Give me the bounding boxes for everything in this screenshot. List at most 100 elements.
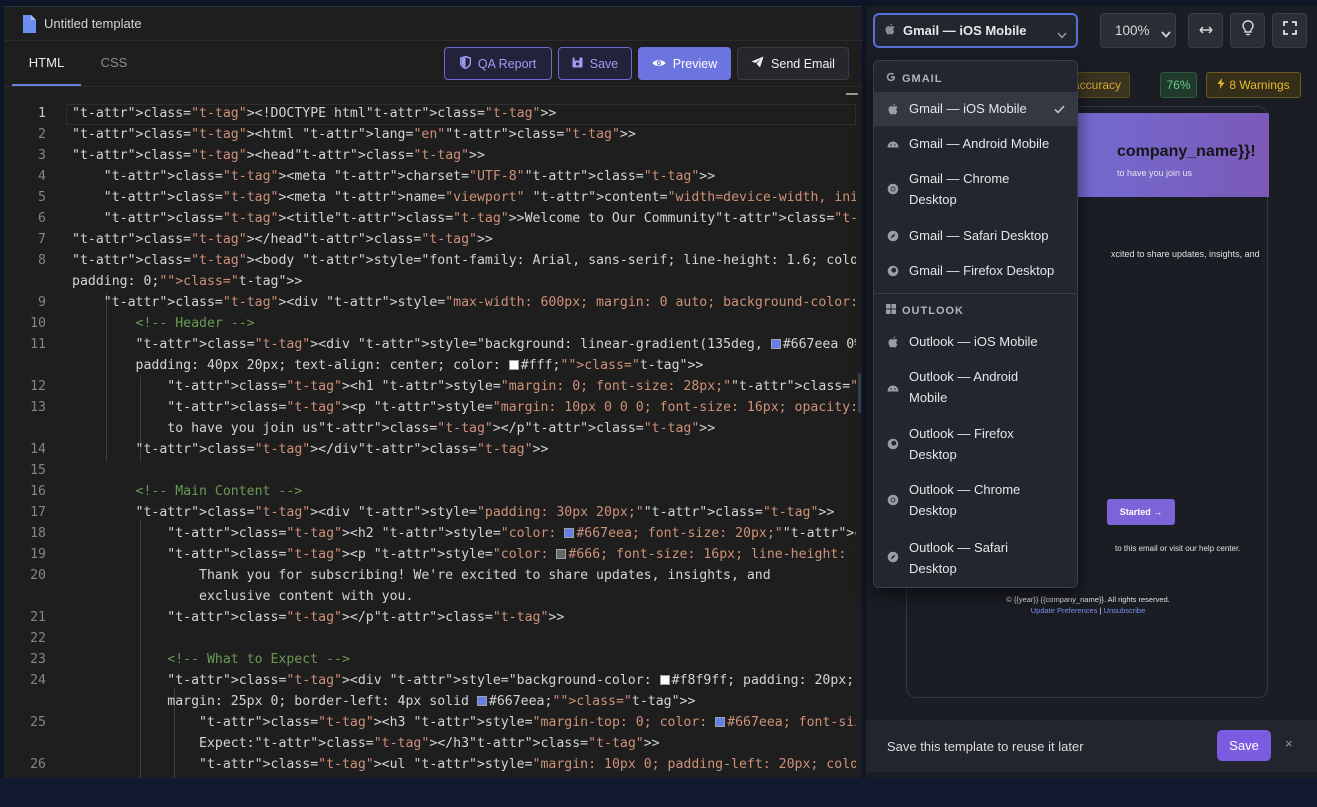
line-number: 21: [30, 610, 46, 625]
send-email-button[interactable]: Send Email: [737, 47, 849, 80]
dropdown-item-outlook-chrome[interactable]: Outlook — Chrome Desktop: [874, 472, 1077, 529]
tab-html[interactable]: HTML: [12, 41, 81, 86]
code-line[interactable]: margin: 25px 0; border-left: 4px solid #…: [72, 694, 695, 709]
save-button[interactable]: Save: [558, 47, 632, 80]
dropdown-item-gmail-safari[interactable]: Gmail — Safari Desktop: [874, 218, 1077, 253]
shield-icon: [459, 55, 472, 72]
code-line[interactable]: "t-attr">class="t-tag"></p"t-attr">class…: [72, 610, 564, 625]
line-number: 15: [30, 463, 46, 478]
dropdown-group-outlook: OUTLOOK: [886, 304, 964, 317]
email-footer-links: Update Preferences | Unsubscribe: [907, 606, 1269, 615]
code-line[interactable]: "t-attr">class="t-tag"><div "t-attr">sty…: [72, 673, 856, 688]
google-icon: [886, 72, 896, 85]
title-bar: Untitled template: [4, 7, 862, 41]
code-line[interactable]: <!-- Main Content -->: [72, 484, 303, 499]
lightning-icon: [1217, 78, 1225, 92]
code-line[interactable]: padding: 40px 20px; text-align: center; …: [72, 358, 704, 373]
firefox-icon: [886, 437, 900, 451]
line-number: 19: [30, 547, 46, 562]
apple-icon: [885, 23, 895, 38]
tab-css[interactable]: CSS: [81, 41, 147, 86]
preview-button[interactable]: Preview: [638, 47, 731, 80]
pane-splitter-handle[interactable]: [858, 373, 861, 413]
code-line[interactable]: "t-attr">class="t-tag"><p "t-attr">style…: [72, 400, 856, 415]
code-editor[interactable]: 1 "t-attr">class="t-tag"><!DOCTYPE html"t…: [4, 87, 856, 779]
qa-report-button[interactable]: QA Report: [444, 47, 552, 80]
email-client-select[interactable]: Gmail — iOS Mobile: [873, 13, 1078, 48]
code-line[interactable]: exclusive content with you.: [72, 589, 413, 604]
line-number: 2: [38, 127, 46, 142]
dropdown-item-label: Gmail — Firefox Desktop: [909, 263, 1055, 278]
code-line[interactable]: "t-attr">class="t-tag"><div "t-attr">sty…: [72, 505, 835, 520]
code-line[interactable]: "t-attr">class="t-tag"><h3 "t-attr">styl…: [72, 715, 856, 730]
save-banner-text: Save this template to reuse it later: [887, 739, 1084, 754]
code-line[interactable]: "t-attr">class="t-tag"><head"t-attr">cla…: [72, 148, 485, 163]
close-icon[interactable]: ×: [1285, 736, 1293, 751]
code-line[interactable]: "t-attr">class="t-tag"><h2 "t-attr">styl…: [72, 526, 856, 541]
dropdown-item-outlook-firefox[interactable]: Outlook — Firefox Desktop: [874, 416, 1077, 472]
line-number: 22: [30, 631, 46, 646]
editor-pane: Untitled template HTML CSS QA Report Sav…: [4, 6, 862, 779]
dropdown-item-outlook-ios[interactable]: Outlook — iOS Mobile: [874, 324, 1077, 359]
code-line[interactable]: "t-attr">class="t-tag"></head"t-attr">cl…: [72, 232, 493, 247]
paper-plane-icon: [751, 56, 764, 71]
code-line[interactable]: "t-attr">class="t-tag"><!DOCTYPE html"t-…: [72, 106, 556, 121]
chrome-icon: [886, 493, 900, 507]
code-line[interactable]: <!-- Header -->: [72, 316, 255, 331]
dropdown-item-gmail-android[interactable]: Gmail — Android Mobile: [874, 126, 1077, 161]
code-line[interactable]: padding: 0;"">class="t-tag">>: [72, 274, 302, 289]
code-line[interactable]: "t-attr">class="t-tag"><title"t-attr">cl…: [72, 211, 856, 226]
code-line[interactable]: "t-attr">class="t-tag"><div "t-attr">sty…: [72, 337, 856, 352]
dropdown-item-label: Outlook — Safari Desktop: [909, 540, 1008, 576]
dropdown-divider: [874, 293, 1077, 294]
line-number: 26: [30, 757, 46, 772]
fullscreen-button[interactable]: [1272, 13, 1307, 48]
code-line[interactable]: "t-attr">class="t-tag"><body "t-attr">st…: [72, 253, 856, 268]
fit-width-button[interactable]: [1188, 13, 1223, 48]
windows-icon: [886, 304, 896, 317]
dropdown-item-label: Gmail — Chrome Desktop: [909, 171, 1010, 207]
code-line[interactable]: "t-attr">class="t-tag"><ul "t-attr">styl…: [72, 757, 856, 772]
update-preferences-link: Update Preferences: [1030, 606, 1098, 615]
email-client-dropdown: GMAIL Gmail — iOS Mobile Gmail — Android…: [873, 60, 1078, 588]
code-line[interactable]: "t-attr">class="t-tag"><h1 "t-attr">styl…: [72, 379, 856, 394]
code-line[interactable]: "t-attr">class="t-tag"></div"t-attr">cla…: [72, 442, 549, 457]
tips-button[interactable]: [1230, 13, 1265, 48]
code-line[interactable]: "t-attr">class="t-tag"><meta "t-attr">ch…: [72, 169, 715, 184]
dropdown-item-outlook-android[interactable]: Outlook — Android Mobile: [874, 359, 1077, 416]
apple-icon: [886, 335, 900, 349]
apple-icon: [886, 102, 900, 116]
dropdown-item-outlook-safari[interactable]: Outlook — Safari Desktop: [874, 529, 1077, 586]
qa-report-label: QA Report: [477, 56, 537, 71]
code-line[interactable]: "t-attr">class="t-tag"><p "t-attr">style…: [72, 547, 856, 562]
banner-save-button[interactable]: Save: [1217, 730, 1271, 761]
app: Untitled template HTML CSS QA Report Sav…: [0, 0, 1317, 807]
warnings-badge[interactable]: 8 Warnings: [1206, 72, 1301, 98]
code-line[interactable]: "t-attr">class="t-tag"><html "t-attr">la…: [72, 127, 636, 142]
line-number: 14: [30, 442, 46, 457]
code-line[interactable]: to have you join us"t-attr">class="t-tag…: [72, 421, 715, 436]
zoom-value: 100%: [1115, 23, 1150, 38]
dropdown-item-gmail-chrome[interactable]: Gmail — Chrome Desktop: [874, 161, 1077, 218]
dropdown-item-gmail-ios[interactable]: Gmail — iOS Mobile: [874, 92, 1077, 126]
dropdown-item-gmail-firefox[interactable]: Gmail — Firefox Desktop: [874, 253, 1077, 288]
firefox-icon: [886, 264, 900, 278]
code-line[interactable]: Expect:"t-attr">class="t-tag"></h3"t-att…: [72, 736, 660, 751]
dropdown-item-label: Gmail — iOS Mobile: [909, 101, 1027, 116]
code-line[interactable]: Thank you for subscribing! We're excited…: [72, 568, 771, 583]
code-line[interactable]: "t-attr">class="t-tag"><div "t-attr">sty…: [72, 295, 856, 310]
code-line[interactable]: "t-attr">class="t-tag"><meta "t-attr">na…: [72, 190, 856, 205]
zoom-select[interactable]: 100%: [1100, 13, 1176, 48]
score-badge: 76%: [1160, 72, 1197, 98]
save-label: Save: [589, 56, 619, 71]
dropdown-group-label: GMAIL: [902, 72, 943, 85]
template-title[interactable]: Untitled template: [44, 16, 142, 31]
code-line[interactable]: <!-- What to Expect -->: [72, 652, 350, 667]
selected-client-label: Gmail — iOS Mobile: [903, 23, 1027, 38]
chevron-down-icon: [1161, 26, 1171, 41]
email-footer-copyright: © {{year}} {{company_name}}. All rights …: [1006, 595, 1170, 604]
preview-label: Preview: [672, 56, 718, 71]
floppy-icon: [572, 57, 583, 71]
dropdown-group-label: OUTLOOK: [902, 304, 964, 317]
line-number: 6: [38, 211, 46, 226]
